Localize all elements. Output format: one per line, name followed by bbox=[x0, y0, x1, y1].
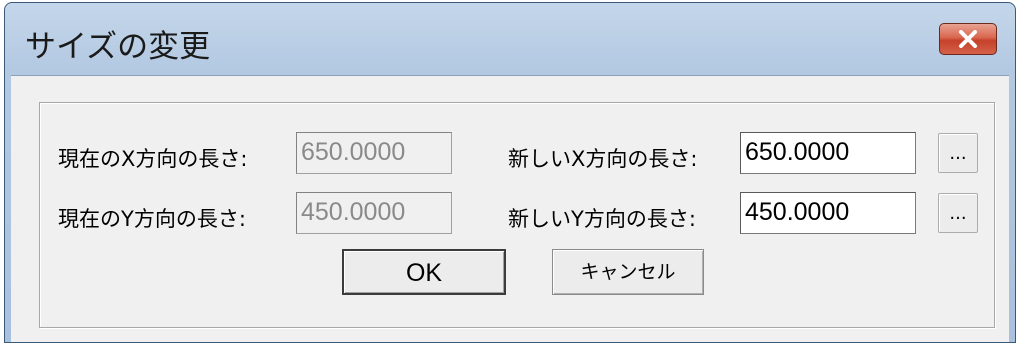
new-x-browse-button[interactable]: ... bbox=[938, 133, 978, 173]
close-icon bbox=[958, 30, 978, 48]
new-y-input[interactable]: 450.0000 bbox=[740, 192, 916, 234]
current-x-field: 650.0000 bbox=[296, 132, 452, 174]
dialog-title: サイズの変更 bbox=[25, 29, 211, 65]
close-button[interactable] bbox=[939, 23, 997, 55]
ok-button[interactable]: OK bbox=[342, 249, 506, 295]
current-y-label: 現在のY方向の長さ: bbox=[58, 207, 246, 231]
resize-dialog: サイズの変更 現在のX方向の長さ: 650.0000 新しいX方向の長さ: 65… bbox=[4, 2, 1016, 343]
size-group-box: 現在のX方向の長さ: 650.0000 新しいX方向の長さ: 650.0000 … bbox=[39, 102, 995, 328]
current-y-field: 450.0000 bbox=[296, 192, 452, 234]
new-y-browse-button[interactable]: ... bbox=[938, 193, 978, 233]
new-y-label: 新しいY方向の長さ: bbox=[508, 207, 696, 231]
new-x-label: 新しいX方向の長さ: bbox=[508, 147, 698, 171]
cancel-button[interactable]: キャンセル bbox=[552, 249, 704, 295]
new-x-input[interactable]: 650.0000 bbox=[740, 132, 916, 174]
dialog-client-area: 現在のX方向の長さ: 650.0000 新しいX方向の長さ: 650.0000 … bbox=[11, 75, 1009, 342]
current-x-label: 現在のX方向の長さ: bbox=[58, 147, 248, 171]
title-bar[interactable]: サイズの変更 bbox=[5, 3, 1015, 75]
